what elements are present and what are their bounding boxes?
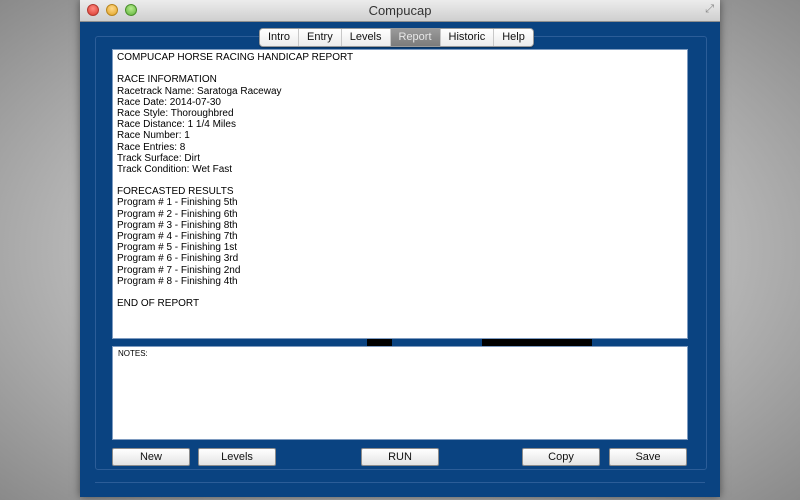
report-line: Track Surface: Dirt xyxy=(117,152,200,164)
report-line xyxy=(117,63,683,74)
window-title: Compucap xyxy=(368,3,432,18)
save-button[interactable]: Save xyxy=(609,448,687,466)
report-line: Race Entries: 8 xyxy=(117,141,186,153)
report-line: FORECASTED RESULTS xyxy=(117,186,234,198)
background-graphic xyxy=(112,339,688,346)
report-line: Program # 8 - Finishing 4th xyxy=(117,275,238,287)
report-line: Program # 1 - Finishing 5th xyxy=(117,197,238,209)
notes-label: NOTES: xyxy=(118,349,148,358)
new-button[interactable]: New xyxy=(112,448,190,466)
tab-entry[interactable]: Entry xyxy=(299,29,342,46)
tab-intro[interactable]: Intro xyxy=(260,29,300,46)
report-line: COMPUCAP HORSE RACING HANDICAP REPORT xyxy=(117,52,354,63)
tab-bar: Intro Entry Levels Report Historic Help xyxy=(259,28,534,47)
report-line xyxy=(117,175,683,186)
report-line: Program # 4 - Finishing 7th xyxy=(117,231,238,242)
report-line: Race Number: 1 xyxy=(117,130,190,142)
report-text-area[interactable]: COMPUCAP HORSE RACING HANDICAP REPORT RAC… xyxy=(112,49,688,339)
report-line: RACE INFORMATION xyxy=(117,74,217,86)
notes-text-area[interactable]: NOTES: xyxy=(112,346,688,440)
report-line: Race Distance: 1 1/4 Miles xyxy=(117,119,236,131)
report-line: Track Condition: Wet Fast xyxy=(117,163,233,175)
levels-button[interactable]: Levels xyxy=(198,448,276,466)
report-line: Program # 6 - Finishing 3rd xyxy=(117,253,239,265)
fullscreen-icon[interactable]: ⤢ xyxy=(705,3,714,16)
copy-button[interactable]: Copy xyxy=(522,448,600,466)
report-line: Program # 5 - Finishing 1st xyxy=(117,242,238,254)
report-line: Race Style: Thoroughbred xyxy=(117,107,234,119)
divider xyxy=(95,482,705,483)
tab-levels[interactable]: Levels xyxy=(341,29,391,46)
report-line: Program # 2 - Finishing 6th xyxy=(117,208,238,220)
report-line: Program # 3 - Finishing 8th xyxy=(117,219,238,231)
tab-report[interactable]: Report xyxy=(390,29,441,46)
report-line: Racetrack Name: Saratoga Raceway xyxy=(117,85,282,97)
app-window: Compucap ⤢ Intro Entry Levels Report Histori… xyxy=(80,0,720,497)
title-bar[interactable]: Compucap ⤢ xyxy=(80,0,720,22)
report-line: Race Date: 2014-07-30 xyxy=(117,96,221,108)
run-button[interactable]: RUN xyxy=(361,448,439,466)
tab-help[interactable]: Help xyxy=(494,29,533,46)
report-line: Program # 7 - Finishing 2nd xyxy=(117,264,241,276)
report-line: END OF REPORT xyxy=(117,298,200,310)
report-line xyxy=(117,287,683,298)
tab-historic[interactable]: Historic xyxy=(440,29,495,46)
